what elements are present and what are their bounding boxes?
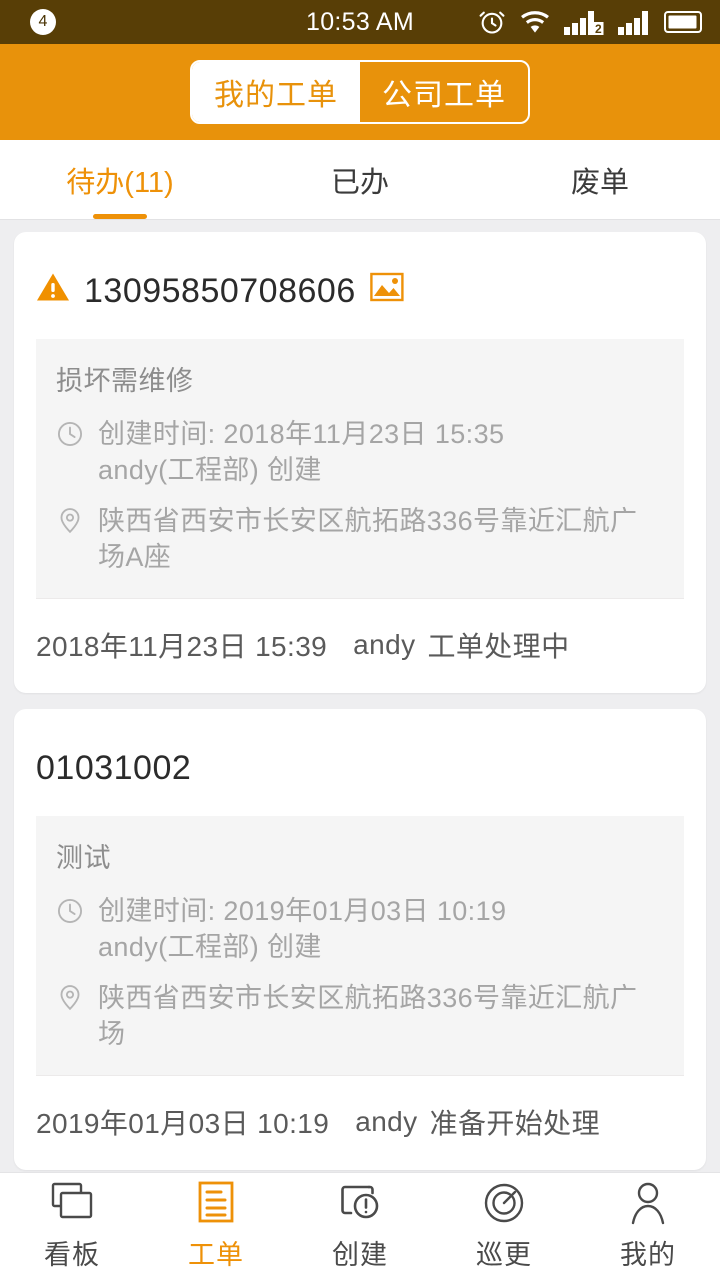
bottom-navigation: 看板 工单 创建 巡更 我的 [0,1172,720,1280]
status-bar-left: 4 [16,9,56,35]
ticket-number: 13095850708606 [84,272,356,310]
nav-item-workorder[interactable]: 工单 [144,1181,288,1272]
ticket-details-panel: 测试 创建时间: 2019年01月03日 10:19 andy(工程部) 创建 [36,815,684,1075]
ticket-card[interactable]: 01031002 测试 创建时间: 2019年01月03日 10:19 andy… [14,708,706,1170]
ticket-location-row: 陕西省西安市长安区航拓路336号靠近汇航广 场 [56,980,664,1053]
board-icon [49,1181,95,1227]
alarm-icon [478,8,506,36]
create-alert-icon [337,1181,383,1227]
ticket-created-row: 创建时间: 2019年01月03日 10:19 andy(工程部) 创建 [56,893,664,966]
ticket-header: 13095850708606 [36,232,684,339]
ticket-update-user: andy [355,1105,418,1137]
ticket-address-line1: 陕西省西安市长安区航拓路336号靠近汇航广 [98,505,638,536]
status-tab-bar: 待办(11) 已办 废单 [0,140,720,220]
tab-done[interactable]: 已办 [240,140,480,219]
segment-my-orders[interactable]: 我的工单 [192,62,360,122]
ticket-header: 01031002 [36,709,684,816]
tab-todo[interactable]: 待办(11) [0,140,240,219]
ticket-created-label: 创建时间: [98,419,216,449]
ticket-address-line2: 场A座 [98,542,172,573]
wifi-icon [520,10,550,34]
status-bar: 4 10:53 AM 2 [0,0,720,44]
app-screen: 4 10:53 AM 2 我的工单 公司工单 待办(11) 已办 废单 1309… [0,0,720,1280]
nav-label-board: 看板 [44,1240,100,1270]
ticket-created-time: 2019年01月03日 10:19 [223,895,507,926]
nav-item-board[interactable]: 看板 [0,1181,144,1272]
ticket-address-line2: 场 [98,1019,126,1050]
ticket-address: 陕西省西安市长安区航拓路336号靠近汇航广 场A座 [98,503,637,576]
patrol-target-icon [482,1181,526,1227]
nav-label-profile: 我的 [620,1240,676,1270]
ticket-card[interactable]: 13095850708606 损坏需维修 创建时间: 2018年11月23日 1… [14,232,706,693]
nav-item-profile[interactable]: 我的 [576,1181,720,1272]
battery-icon [664,10,704,34]
clock-icon [56,897,84,930]
ticket-created-label: 创建时间: [98,895,216,926]
nav-label-workorder: 工单 [188,1240,244,1270]
ticket-update-time: 2019年01月03日 10:19 [36,1107,330,1139]
ticket-location-row: 陕西省西安市长安区航拓路336号靠近汇航广 场A座 [56,503,664,576]
ticket-created-text: 创建时间: 2019年01月03日 10:19 andy(工程部) 创建 [98,893,506,966]
ticket-created-row: 创建时间: 2018年11月23日 15:35 andy(工程部) 创建 [56,416,664,489]
ticket-footer: 2018年11月23日 15:39 andy 工单处理中 [36,597,684,693]
status-bar-icons: 2 2 [478,8,704,36]
notification-count-badge: 4 [30,9,56,35]
ticket-subject: 测试 [56,842,111,873]
nav-item-patrol[interactable]: 巡更 [432,1181,576,1272]
svg-text:2: 2 [595,22,602,35]
photo-icon[interactable] [369,272,404,311]
ticket-number: 01031002 [36,748,192,787]
ticket-footer: 2019年01月03日 10:19 andy 准备开始处理 [36,1074,684,1170]
scope-segmented-control[interactable]: 我的工单 公司工单 [190,60,530,124]
ticket-update-time: 2018年11月23日 15:39 [36,630,328,662]
tab-void[interactable]: 废单 [480,140,720,219]
ticket-list[interactable]: 13095850708606 损坏需维修 创建时间: 2018年11月23日 1… [0,220,720,1172]
location-pin-icon [56,984,84,1019]
ticket-creator: andy(工程部) 创建 [98,455,322,486]
ticket-address: 陕西省西安市长安区航拓路336号靠近汇航广 场 [98,980,637,1053]
ticket-details-panel: 损坏需维修 创建时间: 2018年11月23日 15:35 andy(工程部) … [36,339,684,598]
app-header: 我的工单 公司工单 [0,44,720,140]
location-pin-icon [56,507,84,542]
segment-company-orders[interactable]: 公司工单 [360,62,528,122]
ticket-address-line1: 陕西省西安市长安区航拓路336号靠近汇航广 [98,982,638,1013]
nav-item-create[interactable]: 创建 [288,1181,432,1272]
ticket-creator: andy(工程部) 创建 [98,932,322,963]
document-icon [195,1181,237,1227]
person-icon [626,1181,670,1227]
ticket-created-time: 2018年11月23日 15:35 [223,419,505,449]
ticket-status-text: 准备开始处理 [429,1107,600,1139]
signal-2-icon [618,9,650,35]
ticket-created-text: 创建时间: 2018年11月23日 15:35 andy(工程部) 创建 [98,416,504,489]
nav-label-patrol: 巡更 [476,1240,532,1270]
nav-label-create: 创建 [332,1240,388,1270]
ticket-status-text: 工单处理中 [427,630,570,662]
ticket-subject: 损坏需维修 [56,366,194,396]
warning-icon [36,272,70,311]
ticket-update-user: andy [353,628,416,660]
signal-1-icon: 2 2 [564,9,604,35]
clock-icon [56,420,84,453]
